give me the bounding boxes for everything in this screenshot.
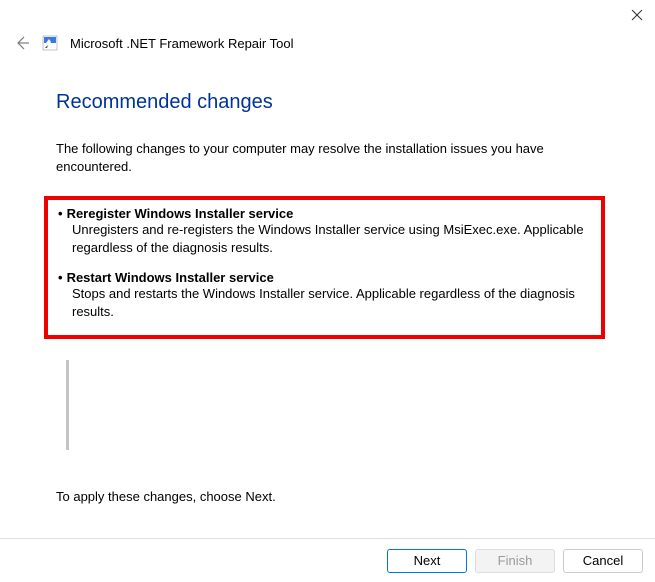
change-description: Stops and restarts the Windows Installer… [58,285,591,320]
finish-button: Finish [475,549,555,573]
close-icon[interactable] [631,9,643,21]
app-icon [42,35,58,51]
cancel-button[interactable]: Cancel [563,549,643,573]
content-area: Recommended changes The following change… [0,51,655,339]
change-title: Restart Windows Installer service [67,270,274,285]
scrollbar-track[interactable] [66,360,69,450]
intro-text: The following changes to your computer m… [56,140,599,176]
titlebar [631,0,655,30]
changes-highlight-box: • Reregister Windows Installer service U… [44,196,605,338]
next-button[interactable]: Next [387,549,467,573]
bullet-icon: • [58,270,63,285]
bullet-icon: • [58,206,63,221]
footer-button-bar: Next Finish Cancel [0,538,655,582]
change-title: Reregister Windows Installer service [67,206,294,221]
header: Microsoft .NET Framework Repair Tool [0,0,655,51]
list-item: • Reregister Windows Installer service U… [58,206,591,256]
change-description: Unregisters and re-registers the Windows… [58,221,591,256]
back-arrow-icon[interactable] [14,35,30,51]
apply-instruction: To apply these changes, choose Next. [56,489,276,504]
list-item: • Restart Windows Installer service Stop… [58,270,591,320]
app-title: Microsoft .NET Framework Repair Tool [70,36,293,51]
page-heading: Recommended changes [56,91,599,114]
